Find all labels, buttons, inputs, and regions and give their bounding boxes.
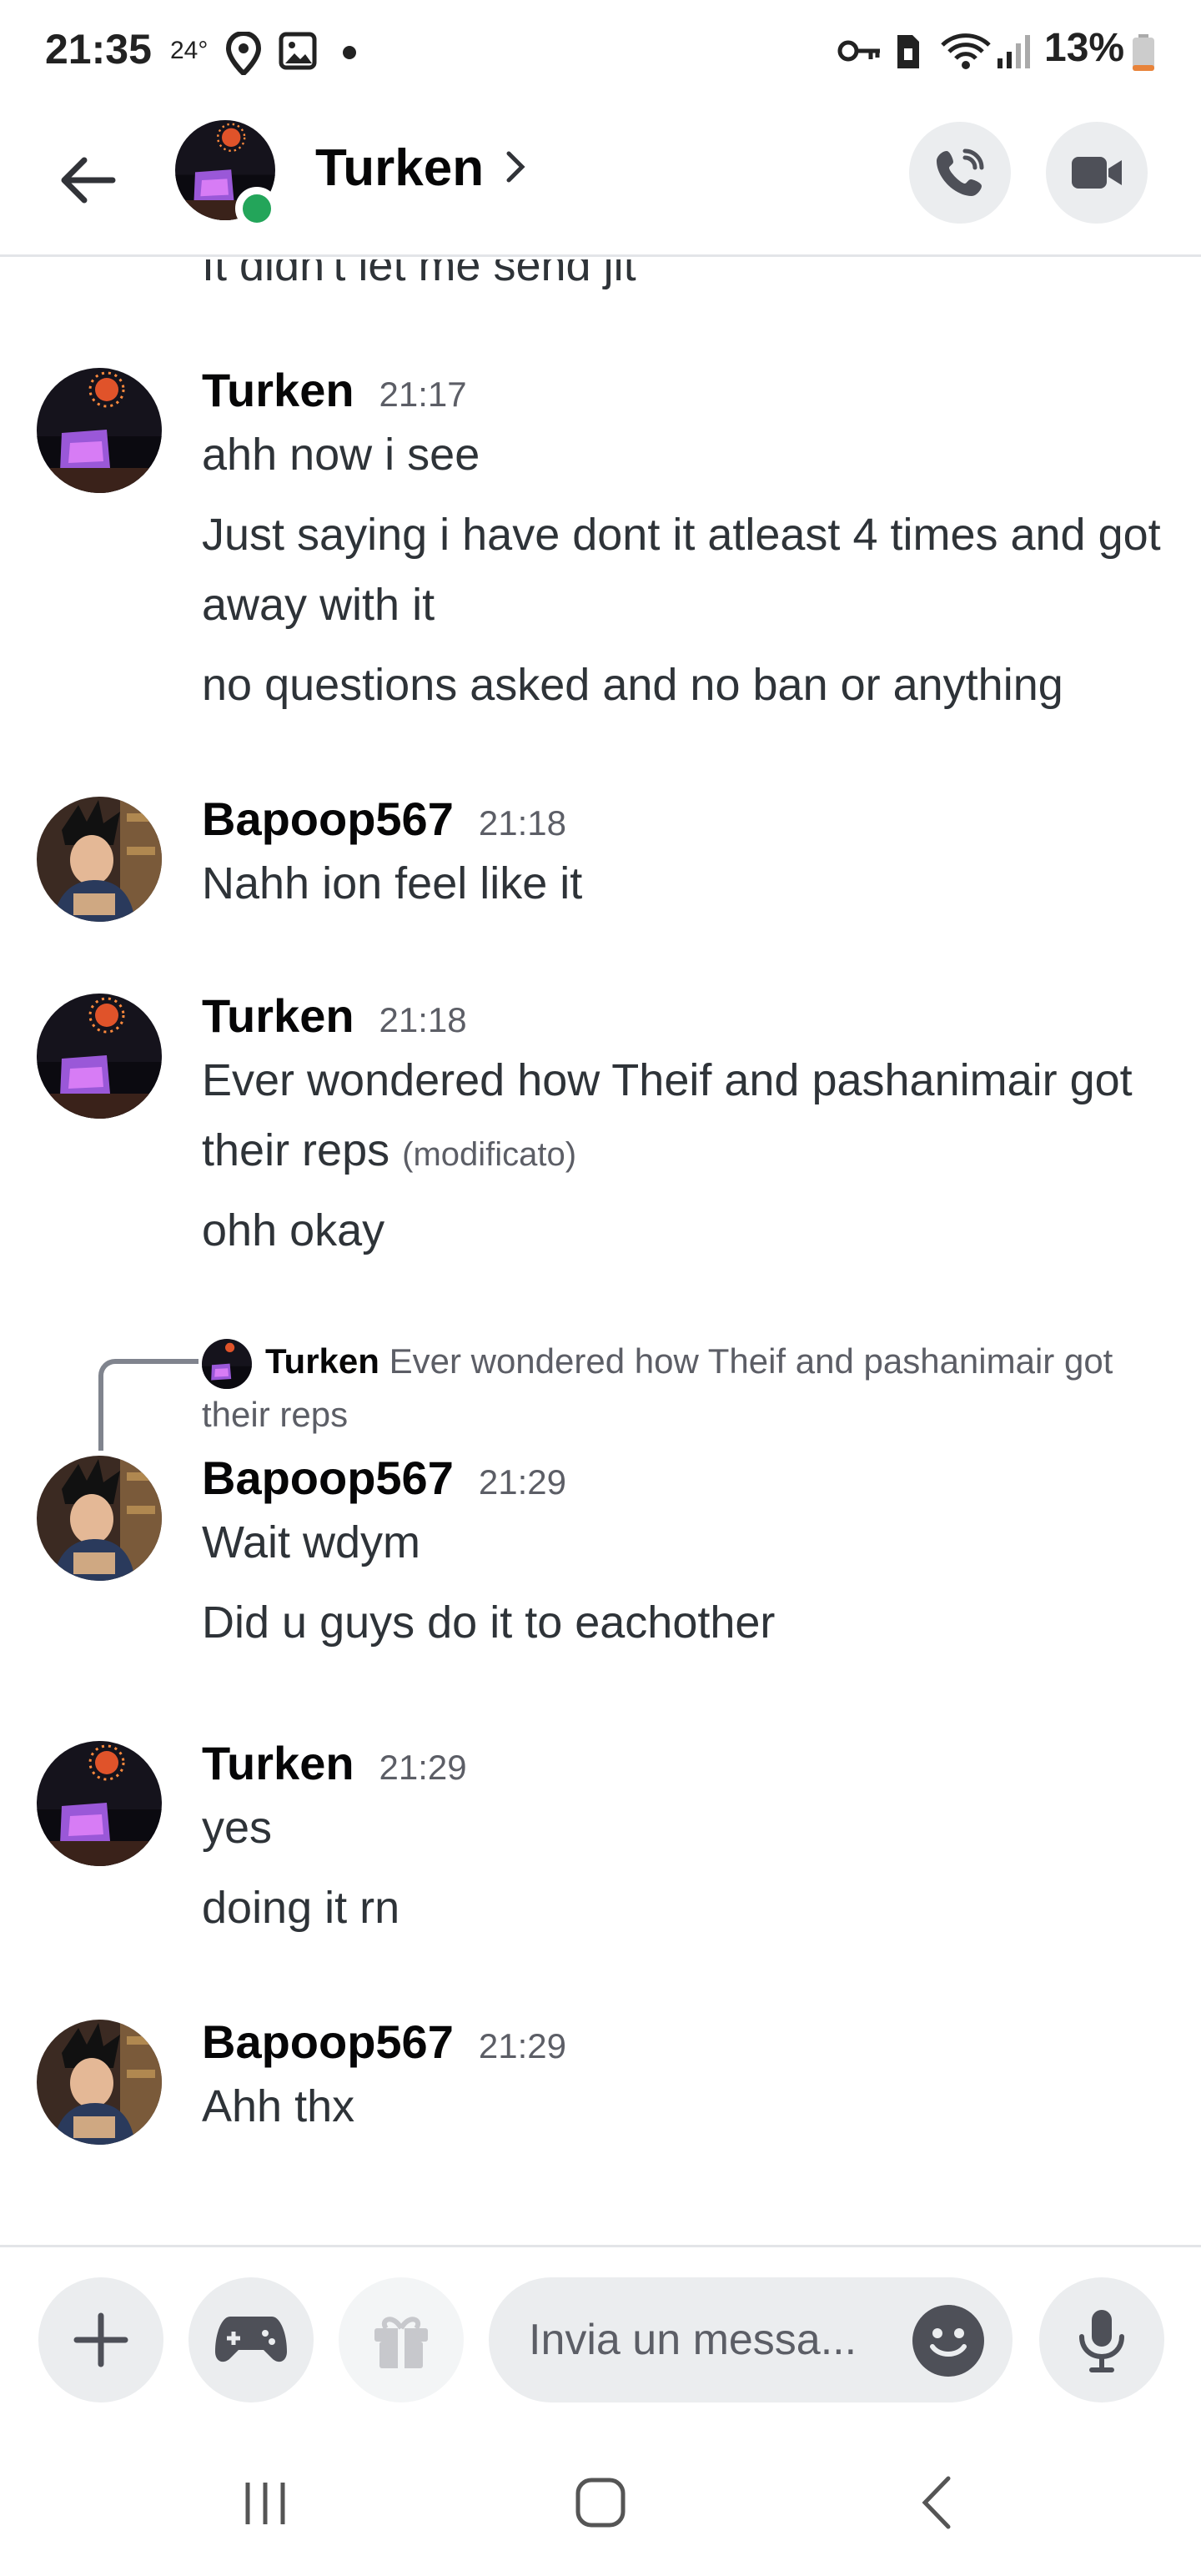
avatar[interactable] [37, 1456, 162, 1581]
location-icon [225, 30, 262, 79]
avatar[interactable] [37, 797, 162, 922]
recent-apps-button[interactable] [215, 2461, 315, 2544]
author-line: Turken 21:29 [202, 1736, 467, 1790]
message-author[interactable]: Bapoop567 [202, 2015, 454, 2069]
status-temperature: 24° [170, 37, 209, 64]
emoji-icon [930, 2328, 967, 2357]
reply-preview[interactable]: Turken Ever wondered how Theif and pasha… [202, 1336, 1169, 1441]
recent-apps-icon [245, 2483, 285, 2524]
sim-icon [894, 32, 922, 76]
message-text-content: Ever wondered how Theif and pashanimair … [202, 1055, 1133, 1175]
author-line: Bapoop567 21:29 [202, 1451, 566, 1505]
message-text[interactable]: Ever wondered how Theif and pashanimair … [202, 1045, 1161, 1190]
wifi-icon [939, 32, 992, 74]
plus-icon [73, 2312, 128, 2367]
system-navigation-bar [0, 2419, 1201, 2576]
message-text[interactable]: no questions asked and no ban or anythin… [202, 650, 1161, 720]
chat-title[interactable]: Turken [315, 138, 484, 198]
battery-percentage: 13% [1044, 26, 1125, 70]
author-line: Bapoop567 21:18 [202, 792, 566, 846]
message-input-placeholder: Invia un messa... [529, 2316, 857, 2364]
home-icon [575, 2478, 626, 2528]
chat-screen: 21:35 24° 13% Turken It didn't let me se… [0, 0, 1201, 2576]
message-text[interactable]: doing it rn [202, 1873, 1161, 1943]
message-text[interactable]: Nahh ion feel like it [202, 848, 1161, 918]
message-author[interactable]: Bapoop567 [202, 792, 454, 846]
author-line: Turken 21:18 [202, 989, 467, 1043]
reply-author: Turken [265, 1341, 379, 1381]
back-button[interactable] [52, 145, 122, 215]
avatar[interactable] [37, 994, 162, 1119]
message-timestamp: 21:29 [478, 2026, 566, 2065]
chevron-right-icon[interactable] [502, 148, 530, 189]
message-author[interactable]: Bapoop567 [202, 1451, 454, 1505]
avatar[interactable] [37, 368, 162, 493]
message-text[interactable]: yes [202, 1793, 1161, 1863]
online-status-indicator [235, 187, 279, 230]
video-camera-icon [1072, 157, 1122, 189]
author-line: Bapoop567 21:29 [202, 2015, 566, 2069]
message-text[interactable]: ahh now i see [202, 420, 1161, 490]
nav-back-button[interactable] [887, 2461, 987, 2544]
message-author[interactable]: Turken [202, 363, 354, 417]
home-button[interactable] [550, 2461, 651, 2544]
avatar[interactable] [37, 1741, 162, 1866]
voice-call-button[interactable] [909, 122, 1011, 224]
emoji-button[interactable] [912, 2305, 984, 2377]
arrow-left-icon [61, 157, 116, 204]
chat-header: Turken [0, 103, 1201, 257]
notification-dot-icon [342, 45, 357, 64]
battery-icon [1131, 33, 1156, 76]
signal-icon [996, 32, 1033, 74]
message-text[interactable]: Wait wdym [202, 1507, 1161, 1577]
author-line: Turken 21:17 [202, 363, 467, 417]
message-text[interactable]: Just saying i have dont it atleast 4 tim… [202, 500, 1161, 640]
message-author[interactable]: Turken [202, 989, 354, 1043]
message-timestamp: 21:18 [478, 803, 566, 843]
reply-avatar [202, 1338, 252, 1389]
message-composer: Invia un messa... [0, 2245, 1201, 2412]
reply-connector [98, 1359, 198, 1451]
status-time: 21:35 [45, 26, 152, 73]
partial-message: It didn't let me send jit [202, 259, 636, 290]
avatar[interactable] [37, 2020, 162, 2145]
message-timestamp: 21:17 [379, 375, 467, 414]
edited-label: (modificato) [402, 1136, 577, 1173]
gift-button[interactable] [339, 2277, 464, 2402]
video-call-button[interactable] [1046, 122, 1148, 224]
message-timestamp: 21:18 [379, 1000, 467, 1039]
message-list[interactable]: It didn't let me send jit Turken 21:17 a… [0, 259, 1201, 2245]
gallery-icon [279, 32, 317, 74]
phone-icon [937, 148, 984, 196]
voice-message-button[interactable] [1039, 2277, 1164, 2402]
gamepad-icon [215, 2317, 287, 2362]
add-attachment-button[interactable] [38, 2277, 163, 2402]
vpn-key-icon [837, 38, 882, 68]
message-timestamp: 21:29 [379, 1748, 467, 1787]
message-text[interactable]: Ahh thx [202, 2071, 1161, 2141]
activities-button[interactable] [188, 2277, 314, 2402]
microphone-icon [1079, 2310, 1124, 2372]
message-timestamp: 21:29 [478, 1462, 566, 1502]
message-text[interactable]: Did u guys do it to eachother [202, 1587, 1161, 1658]
chevron-left-icon [922, 2476, 951, 2529]
message-text[interactable]: ohh okay [202, 1195, 1161, 1265]
message-author[interactable]: Turken [202, 1736, 354, 1790]
message-input[interactable]: Invia un messa... [489, 2277, 1013, 2402]
status-bar: 21:35 24° 13% [0, 0, 1201, 103]
gift-icon [374, 2317, 428, 2368]
